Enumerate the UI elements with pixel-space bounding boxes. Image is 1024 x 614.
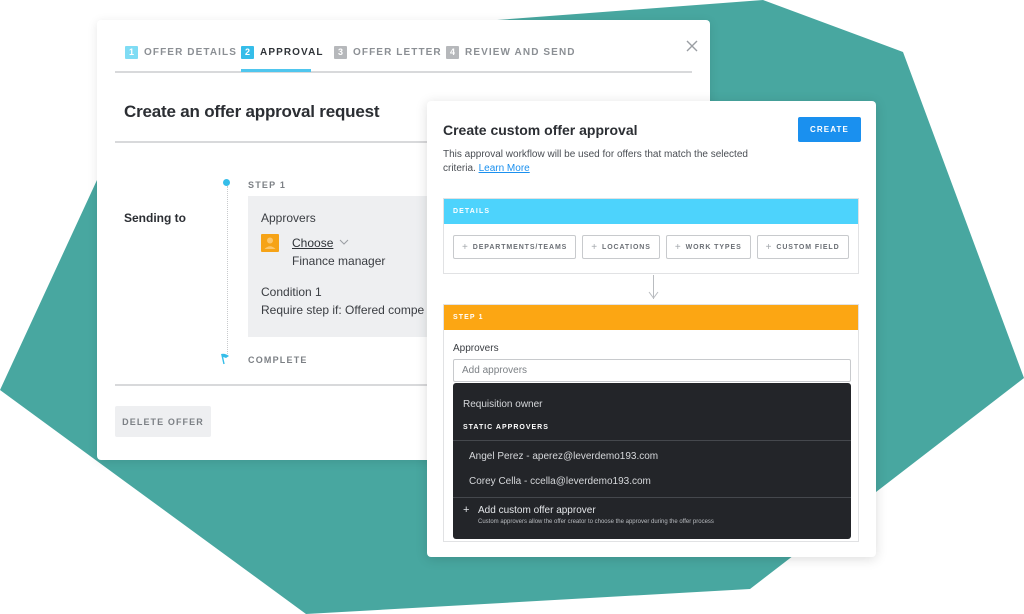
tab-approval[interactable]: 2 APPROVAL	[241, 45, 324, 59]
choose-approver-dropdown[interactable]: Choose	[292, 236, 333, 250]
tab-label: OFFER DETAILS	[144, 46, 238, 58]
condition-title: Condition 1	[261, 285, 322, 299]
tab-number: 3	[334, 45, 347, 59]
plus-icon: +	[765, 241, 773, 253]
user-icon	[261, 234, 279, 252]
step-tabs: 1 OFFER DETAILS 2 APPROVAL 3 OFFER LETTE…	[115, 20, 698, 73]
button-label: LOCATIONS	[602, 243, 651, 251]
condition-text: Require step if: Offered compe	[261, 303, 425, 317]
step-card: Approvers Choose Finance manager Conditi…	[248, 196, 438, 337]
close-icon[interactable]	[685, 39, 699, 53]
plus-icon: +	[674, 241, 682, 253]
approvers-label: Approvers	[453, 343, 499, 354]
active-tab-indicator	[241, 69, 311, 72]
tab-label: OFFER LETTER	[353, 46, 442, 58]
details-header: DETAILS	[444, 199, 858, 224]
add-approvers-input[interactable]	[453, 359, 851, 382]
button-label: CUSTOM FIELD	[776, 243, 840, 251]
step-1-section: STEP 1 Approvers Requisition owner STATI…	[443, 304, 859, 542]
add-custom-approver-label: Add custom offer approver	[478, 505, 596, 516]
arrow-down-icon	[648, 291, 659, 299]
divider	[115, 141, 445, 143]
add-custom-field-button[interactable]: + CUSTOM FIELD	[756, 235, 849, 259]
option-static-approver[interactable]: Corey Cella - ccella@leverdemo193.com	[469, 476, 651, 487]
static-approvers-group-label: STATIC APPROVERS	[463, 424, 549, 431]
tab-offer-details[interactable]: 1 OFFER DETAILS	[125, 45, 237, 59]
add-locations-button[interactable]: + LOCATIONS	[582, 235, 660, 259]
flag-icon	[221, 353, 229, 365]
delete-offer-button[interactable]: DELETE OFFER	[115, 406, 211, 437]
step-header-label: STEP 1	[453, 314, 484, 321]
divider	[115, 384, 445, 386]
step-header: STEP 1	[444, 305, 858, 330]
complete-label: COMPLETE	[248, 355, 308, 365]
button-label: WORK TYPES	[685, 243, 742, 251]
approvers-heading: Approvers	[261, 211, 316, 225]
details-section: DETAILS + DEPARTMENTS/TEAMS + LOCATIONS …	[443, 198, 859, 274]
plus-icon: +	[462, 241, 469, 253]
learn-more-link[interactable]: Learn More	[479, 163, 530, 174]
sending-to-label: Sending to	[124, 211, 186, 225]
button-label: DEPARTMENTS/TEAMS	[472, 243, 568, 251]
timeline-line	[227, 186, 228, 354]
approvers-dropdown: Requisition owner STATIC APPROVERS Angel…	[453, 383, 851, 539]
panel-title: Create custom offer approval	[443, 122, 638, 138]
add-custom-approver-help: Custom approvers allow the offer creator…	[478, 519, 714, 525]
tab-offer-letter[interactable]: 3 OFFER LETTER	[334, 45, 442, 59]
add-departments-teams-button[interactable]: + DEPARTMENTS/TEAMS	[453, 235, 577, 259]
create-button[interactable]: CREATE	[798, 117, 861, 142]
tab-number: 2	[241, 45, 254, 59]
step-dot-icon	[223, 179, 230, 186]
custom-offer-approval-panel: Create custom offer approval CREATE This…	[427, 101, 876, 557]
plus-icon: +	[463, 504, 470, 516]
add-work-types-button[interactable]: + WORK TYPES	[665, 235, 751, 259]
tab-number: 1	[125, 45, 138, 59]
plus-icon: +	[591, 241, 599, 253]
tab-review-and-send[interactable]: 4 REVIEW AND SEND	[446, 45, 576, 59]
tab-label: REVIEW AND SEND	[465, 46, 576, 58]
tab-label: APPROVAL	[260, 46, 324, 58]
approver-role: Finance manager	[292, 254, 386, 268]
option-static-approver[interactable]: Angel Perez - aperez@leverdemo193.com	[469, 451, 658, 462]
criteria-buttons: + DEPARTMENTS/TEAMS + LOCATIONS + WORK T…	[453, 235, 849, 259]
step-label: STEP 1	[248, 180, 287, 190]
panel-description: This approval workflow will be used for …	[443, 148, 773, 176]
divider	[453, 440, 851, 441]
details-header-label: DETAILS	[453, 208, 491, 215]
divider	[453, 497, 851, 498]
tab-number: 4	[446, 45, 459, 59]
chevron-down-icon[interactable]	[339, 238, 349, 246]
page-title: Create an offer approval request	[124, 102, 380, 121]
option-requisition-owner[interactable]: Requisition owner	[463, 399, 543, 410]
